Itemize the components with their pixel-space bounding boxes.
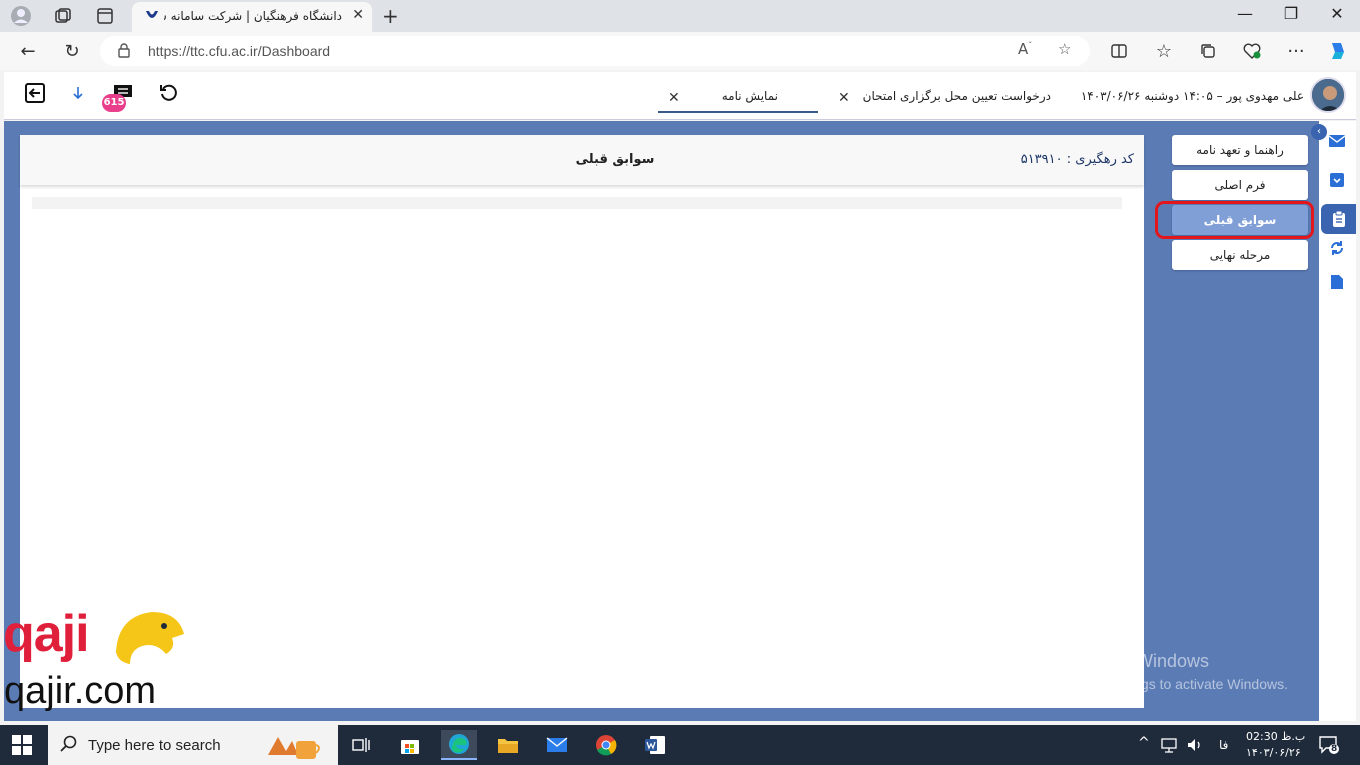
activate-windows-subtitle: Go to Settings to activate Windows. <box>1067 676 1288 692</box>
windows-start-icon[interactable] <box>12 735 32 759</box>
taskbar-search-box[interactable]: Type here to search <box>48 725 338 765</box>
browser-tab-strip: دانشگاه فرهنگیان | شرکت سامانه س ✕ + — ❐… <box>0 0 1360 32</box>
tab-letter-view-label: نمایش نامه <box>721 89 778 103</box>
logo-domain: qajir.com <box>4 670 157 712</box>
site-favicon-icon <box>144 9 160 25</box>
refresh-icon[interactable]: ↻ <box>60 39 84 63</box>
collections-icon[interactable] <box>1196 39 1220 63</box>
favorites-icon[interactable]: ☆ <box>1152 39 1176 63</box>
archive-icon[interactable] <box>1327 170 1347 190</box>
tab-exam-location-request[interactable]: درخواست تعیین محل برگزاری امتحان <box>839 89 1051 103</box>
search-highlight-icon <box>262 731 326 765</box>
split-screen-icon[interactable] <box>1107 39 1131 63</box>
sidebar-collapse-icon[interactable]: ‹ <box>1311 124 1327 140</box>
tab-letter-view-close-icon[interactable]: ✕ <box>668 90 680 106</box>
microsoft-store-icon[interactable] <box>392 730 428 760</box>
tracking-code: کد رهگیری : ۵۱۳۹۱۰ <box>1020 152 1134 167</box>
tab-title: دانشگاه فرهنگیان | شرکت سامانه س <box>164 9 342 23</box>
mail-app-icon[interactable] <box>539 730 575 760</box>
lock-icon[interactable] <box>118 43 130 62</box>
address-bar[interactable]: https://ttc.cfu.ac.ir/Dashboard Aˇ ☆ <box>100 36 1090 66</box>
word-icon[interactable] <box>637 730 673 760</box>
logout-icon[interactable] <box>22 80 48 106</box>
logo-word: qaji <box>3 605 90 663</box>
avatar[interactable] <box>1310 77 1346 113</box>
edge-browser-icon[interactable] <box>441 730 477 760</box>
app-header: 615 نمایش نامه ✕ ✕ درخواست تعیین محل برگ… <box>4 72 1356 120</box>
search-placeholder: Type here to search <box>88 737 221 754</box>
step-highlight-outline <box>1155 201 1314 239</box>
language-indicator[interactable]: فا <box>1219 738 1228 752</box>
workspaces-icon[interactable] <box>52 5 74 27</box>
reload-icon[interactable] <box>156 80 182 106</box>
user-info: علی مهدوی پور – ۱۴:۰۵ دوشنبه ۱۴۰۳/۰۶/۲۶ <box>1080 89 1304 103</box>
profile-icon[interactable] <box>10 5 32 27</box>
eagle-logo-icon <box>116 612 184 664</box>
more-menu-icon[interactable]: ··· <box>1284 39 1308 63</box>
task-view-icon[interactable] <box>343 730 379 760</box>
step-final-stage[interactable]: مرحله نهایی <box>1172 240 1308 270</box>
notification-badge: 615 <box>102 94 126 112</box>
step-main-form[interactable]: فرم اصلی <box>1172 170 1308 200</box>
restore-icon[interactable]: ❐ <box>1276 4 1306 23</box>
read-aloud-icon[interactable]: Aˇ <box>1018 40 1032 58</box>
volume-icon[interactable] <box>1186 737 1204 756</box>
show-hidden-icons[interactable]: ^ <box>1138 735 1150 751</box>
notification-count: 8 <box>1331 744 1338 754</box>
clock-date[interactable]: ۱۴۰۳/۰۶/۲۶ <box>1246 746 1301 759</box>
document-icon[interactable] <box>1327 272 1347 292</box>
browser-toolbar: ← ↻ https://ttc.cfu.ac.ir/Dashboard Aˇ ☆… <box>0 32 1360 70</box>
back-icon[interactable]: ← <box>16 39 40 63</box>
mail-icon[interactable] <box>1327 131 1347 151</box>
browser-tab-active[interactable]: دانشگاه فرهنگیان | شرکت سامانه س ✕ <box>132 2 372 32</box>
network-icon[interactable] <box>1160 737 1180 756</box>
url-text[interactable]: https://ttc.cfu.ac.ir/Dashboard <box>148 43 330 59</box>
records-placeholder-bar <box>32 197 1122 209</box>
panel-header: سوابق قبلی کد رهگیری : ۵۱۳۹۱۰ <box>20 135 1144 185</box>
sync-icon[interactable] <box>1327 238 1347 258</box>
minimize-icon[interactable]: — <box>1230 4 1260 23</box>
chrome-icon[interactable] <box>588 730 624 760</box>
activate-windows-title: Activate Windows <box>1067 651 1210 671</box>
step-guide-commitment[interactable]: راهنما و تعهد نامه <box>1172 135 1308 165</box>
download-arrow-icon[interactable] <box>65 80 91 106</box>
copilot-icon[interactable] <box>1326 39 1350 63</box>
right-icon-rail <box>1319 121 1356 721</box>
file-explorer-icon[interactable] <box>490 730 526 760</box>
new-tab-icon[interactable]: + <box>382 4 399 28</box>
tab-letter-view[interactable]: نمایش نامه ✕ <box>658 80 818 113</box>
browser-essentials-icon[interactable] <box>1240 39 1264 63</box>
tab-actions-icon[interactable] <box>94 5 116 27</box>
windows-taskbar: Type here to search ^ فا ب.ظ 02:30 ۱۴۰۳/… <box>0 725 1360 765</box>
site-watermark-logo: qaji qajir.com <box>0 600 200 720</box>
window-close-icon[interactable]: ✕ <box>1322 4 1352 23</box>
tab-close-icon[interactable]: ✕ <box>352 7 364 23</box>
favorite-star-icon[interactable]: ☆ <box>1058 40 1071 58</box>
search-icon <box>60 735 78 757</box>
clock-time[interactable]: ب.ظ 02:30 <box>1246 730 1305 743</box>
clipboard-icon[interactable] <box>1321 204 1356 234</box>
